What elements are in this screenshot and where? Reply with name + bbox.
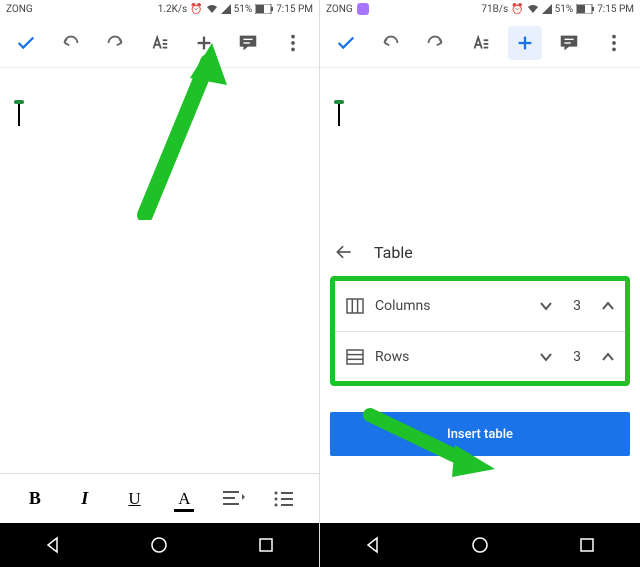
battery-pct: 51% — [234, 4, 253, 15]
columns-row: Columns 3 — [335, 281, 625, 331]
columns-increase-button[interactable] — [601, 299, 615, 313]
carrier-label: ZONG — [6, 4, 33, 15]
columns-label: Columns — [375, 298, 529, 314]
rows-value: 3 — [567, 349, 587, 365]
format-button[interactable] — [463, 26, 497, 60]
text-cursor — [18, 104, 20, 126]
panel-title: Table — [374, 243, 413, 262]
overflow-menu-button[interactable] — [597, 26, 631, 60]
insert-table-button[interactable]: Insert table — [330, 412, 630, 456]
battery-icon — [255, 4, 273, 14]
status-bar: ZONG 71B/s ⏰ 51% 7:15 PM — [320, 0, 640, 18]
table-config-box: Columns 3 Rows 3 — [330, 276, 630, 386]
document-area[interactable] — [320, 68, 640, 228]
done-button[interactable] — [329, 26, 363, 60]
undo-button[interactable] — [54, 26, 88, 60]
signal-icon — [542, 4, 552, 14]
signal-icon — [221, 4, 231, 14]
document-area[interactable] — [0, 68, 319, 473]
columns-decrease-button[interactable] — [539, 299, 553, 313]
list-button[interactable] — [266, 481, 302, 517]
comment-button[interactable] — [552, 26, 586, 60]
redo-button[interactable] — [418, 26, 452, 60]
notification-badge-icon — [357, 3, 369, 15]
nav-recent-button[interactable] — [577, 535, 597, 555]
wifi-icon — [206, 4, 218, 14]
columns-value: 3 — [567, 298, 587, 314]
text-color-button[interactable]: A — [166, 481, 202, 517]
editor-toolbar — [0, 18, 319, 68]
carrier-label: ZONG — [326, 4, 353, 15]
nav-back-button[interactable] — [363, 535, 383, 555]
rows-label: Rows — [375, 349, 529, 365]
bold-button[interactable]: B — [17, 481, 53, 517]
nav-recent-button[interactable] — [256, 535, 276, 555]
phone-right: ZONG 71B/s ⏰ 51% 7:15 PM — [320, 0, 640, 567]
panel-back-button[interactable] — [334, 242, 354, 262]
columns-stepper: 3 — [539, 298, 615, 314]
underline-button[interactable]: U — [117, 481, 153, 517]
phone-left: ZONG 1.2K/s ⏰ 51% 7:15 PM — [0, 0, 320, 567]
nav-home-button[interactable] — [149, 535, 169, 555]
rows-stepper: 3 — [539, 349, 615, 365]
comment-button[interactable] — [231, 26, 265, 60]
overflow-menu-button[interactable] — [276, 26, 310, 60]
rows-icon — [345, 347, 365, 367]
format-bar: B I U A — [0, 473, 319, 523]
rows-row: Rows 3 — [335, 331, 625, 381]
alarm-icon: ⏰ — [190, 4, 202, 15]
text-cursor — [338, 104, 340, 126]
clock-label: 7:15 PM — [597, 4, 634, 15]
battery-pct: 51% — [555, 4, 574, 15]
alarm-icon: ⏰ — [511, 4, 523, 15]
format-button[interactable] — [142, 26, 176, 60]
net-speed: 71B/s — [481, 4, 508, 15]
undo-button[interactable] — [374, 26, 408, 60]
insert-table-panel: Table Columns 3 Rows — [320, 228, 640, 523]
align-button[interactable] — [216, 481, 252, 517]
clock-label: 7:15 PM — [276, 4, 313, 15]
nav-back-button[interactable] — [43, 535, 63, 555]
insert-button[interactable] — [508, 26, 542, 60]
redo-button[interactable] — [98, 26, 132, 60]
android-navbar — [320, 523, 640, 567]
net-speed: 1.2K/s — [158, 4, 187, 15]
battery-icon — [576, 4, 594, 14]
status-bar: ZONG 1.2K/s ⏰ 51% 7:15 PM — [0, 0, 319, 18]
done-button[interactable] — [9, 26, 43, 60]
rows-increase-button[interactable] — [601, 350, 615, 364]
wifi-icon — [527, 4, 539, 14]
android-navbar — [0, 523, 319, 567]
rows-decrease-button[interactable] — [539, 350, 553, 364]
insert-button[interactable] — [187, 26, 221, 60]
columns-icon — [345, 296, 365, 316]
nav-home-button[interactable] — [470, 535, 490, 555]
italic-button[interactable]: I — [67, 481, 103, 517]
editor-toolbar — [320, 18, 640, 68]
